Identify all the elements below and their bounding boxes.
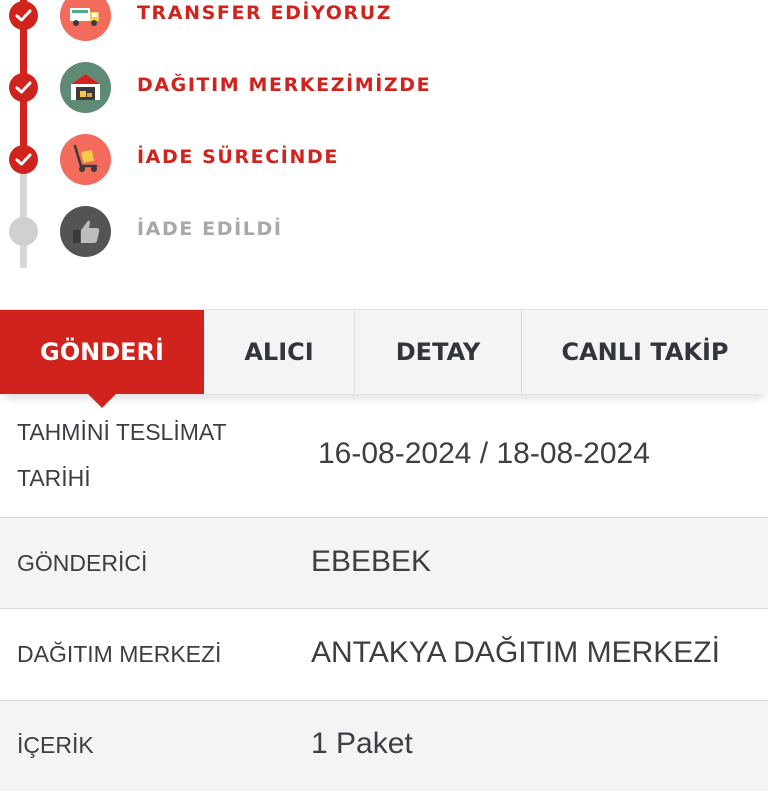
timeline-step-label: İADE SÜRECİNDE	[137, 146, 339, 168]
info-row-sender: GÖNDERİCİ EBEBEK	[0, 518, 768, 609]
warehouse-icon	[60, 62, 111, 113]
sender-label: GÖNDERİCİ	[17, 550, 148, 576]
timeline-step-label: İADE EDİLDİ	[137, 218, 283, 240]
tab-live-tracking[interactable]: CANLI TAKİP	[521, 310, 768, 394]
tracking-timeline: TRANSFER EDİYORUZ DAĞITIM MERKEZİMİZDE İ…	[0, 0, 768, 300]
timeline-step-distribution-center: DAĞITIM MERKEZİMİZDE	[0, 58, 768, 118]
estimated-delivery-value: 16-08-2024 / 18-08-2024	[318, 437, 650, 470]
info-row-estimated-delivery: TAHMİNİ TESLİMAT TARİHİ 16-08-2024 / 18-…	[0, 393, 768, 518]
timeline-step-label: DAĞITIM MERKEZİMİZDE	[137, 74, 432, 96]
tab-recipient[interactable]: ALICI	[204, 310, 354, 394]
tab-shipment[interactable]: GÖNDERİ	[0, 310, 204, 408]
thumbs-up-icon	[60, 206, 111, 257]
content-label: İÇERİK	[17, 732, 94, 758]
timeline-step-return-process: İADE SÜRECİNDE	[0, 130, 768, 190]
tab-detail[interactable]: DETAY	[354, 310, 521, 394]
sender-value: EBEBEK	[311, 545, 432, 578]
delivery-truck-icon	[60, 0, 111, 41]
check-icon	[9, 145, 38, 174]
check-icon	[9, 1, 38, 30]
distribution-center-value: ANTAKYA DAĞITIM MERKEZİ	[311, 636, 720, 669]
timeline-step-transfer: TRANSFER EDİYORUZ	[0, 0, 768, 46]
info-row-content: İÇERİK 1 Paket	[0, 701, 768, 791]
shipment-tabs: GÖNDERİ ALICI DETAY CANLI TAKİP	[0, 309, 768, 408]
estimated-delivery-label: TAHMİNİ TESLİMAT TARİHİ	[17, 419, 227, 491]
hand-truck-icon	[60, 134, 111, 185]
timeline-step-label: TRANSFER EDİYORUZ	[137, 2, 393, 24]
info-row-distribution-center: DAĞITIM MERKEZİ ANTAKYA DAĞITIM MERKEZİ	[0, 609, 768, 701]
pending-dot-icon	[9, 217, 38, 246]
content-value: 1 Paket	[311, 727, 413, 760]
timeline-step-returned: İADE EDİLDİ	[0, 202, 768, 262]
check-icon	[9, 73, 38, 102]
distribution-center-label: DAĞITIM MERKEZİ	[17, 641, 222, 667]
